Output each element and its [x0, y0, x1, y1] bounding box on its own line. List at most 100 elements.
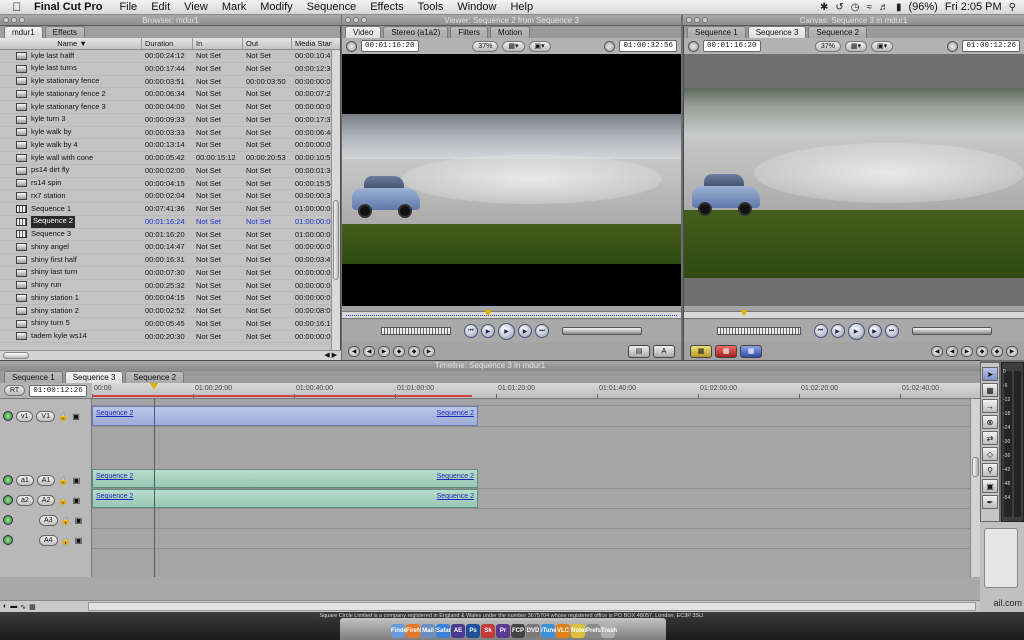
- timeline-horizontal-scrollbar[interactable]: [88, 602, 976, 611]
- column-duration[interactable]: Duration: [142, 38, 193, 49]
- track-audibility-icon[interactable]: [3, 535, 13, 545]
- track-lock-icon[interactable]: 🔒: [61, 516, 71, 525]
- tab-effects[interactable]: Effects: [44, 26, 85, 38]
- clip-overlays-icon[interactable]: ∿: [20, 603, 26, 611]
- mark-in-button[interactable]: ◀: [363, 345, 375, 357]
- scroll-arrows-icon[interactable]: ◀▶: [324, 351, 339, 359]
- browser-row[interactable]: ps14 dirt fly 00:00:02:00 Not Set Not Set 00…: [0, 165, 332, 178]
- menu-edit[interactable]: Edit: [144, 1, 177, 13]
- replace-edit-button[interactable]: ▦: [740, 344, 762, 358]
- browser-row[interactable]: shiny run 00:00:25:32 Not Set Not Set 00:00:…: [0, 280, 332, 293]
- scroll-thumb[interactable]: [3, 352, 29, 359]
- sync-icon[interactable]: ↺: [835, 2, 843, 13]
- menu-clock[interactable]: Fri 2:05 PM: [945, 1, 1002, 13]
- selection-tool-icon[interactable]: ➤: [982, 367, 998, 381]
- auto-select-icon[interactable]: ▣: [71, 476, 81, 485]
- browser-row[interactable]: kyle stationary fence 2 00:00:06:34 Not Se…: [0, 88, 332, 101]
- browser-row[interactable]: kyle walk by 4 00:00:13:14 Not Set Not Set 0…: [0, 139, 332, 152]
- add-marker-button[interactable]: ◆: [976, 345, 988, 357]
- source-patch-v1[interactable]: v1: [16, 410, 34, 422]
- track-height-icon[interactable]: ◐: [3, 603, 7, 611]
- play-in-to-out-button[interactable]: ▶: [830, 324, 845, 338]
- canvas-jog-control[interactable]: [911, 327, 992, 335]
- mark-clip-button[interactable]: ▶: [423, 345, 435, 357]
- canvas-current-timecode[interactable]: 01:00:12:26: [962, 40, 1020, 52]
- overwrite-edit-button[interactable]: ▦: [715, 344, 737, 358]
- play-around-button[interactable]: ▶: [518, 324, 532, 338]
- menu-file[interactable]: File: [112, 1, 144, 13]
- tab-sequence-1[interactable]: Sequence 1: [4, 371, 63, 383]
- track-visibility-icon[interactable]: [3, 411, 13, 421]
- timeline-ruler[interactable]: 00:00 01:00:20:00 01:00:40:00 01:01:00:00 01…: [92, 383, 980, 398]
- auto-select-icon[interactable]: ▣: [71, 412, 81, 421]
- window-controls[interactable]: [3, 17, 25, 23]
- tab-mdur1[interactable]: mdur1: [4, 26, 43, 38]
- tab-sequence-3[interactable]: Sequence 3: [747, 26, 807, 38]
- browser-row[interactable]: kyle stationary fence 3 00:00:04:00 Not Se…: [0, 101, 332, 114]
- destination-patch-v1[interactable]: V1: [36, 410, 55, 422]
- canvas-duration[interactable]: 00:01:16:20: [703, 40, 761, 52]
- dock-fcp-icon[interactable]: FCP: [511, 624, 525, 638]
- viewer-titlebar[interactable]: Viewer: Sequence 2 from Sequence 3: [342, 15, 681, 26]
- pen-tool-icon[interactable]: ✒: [982, 495, 998, 509]
- dock-prefs-icon[interactable]: Prefs: [586, 624, 601, 638]
- scroll-thumb[interactable]: [972, 457, 979, 477]
- play-around-button[interactable]: ▶: [867, 324, 882, 338]
- viewer-shuttle-control[interactable]: [381, 327, 451, 335]
- dock-itunes-icon[interactable]: iTunes: [541, 624, 560, 638]
- tab-sequence-2[interactable]: Sequence 2: [125, 371, 185, 383]
- crop-tool-icon[interactable]: ▣: [982, 479, 998, 493]
- zoom-icon[interactable]: [702, 17, 708, 23]
- browser-row[interactable]: tadem kyle ws14 00:00:20:30 Not Set Not Set…: [0, 331, 332, 344]
- track-audibility-icon[interactable]: [3, 495, 13, 505]
- tab-sequence-1[interactable]: Sequence 1: [687, 26, 746, 38]
- zoom-icon[interactable]: [19, 17, 25, 23]
- track-lock-icon[interactable]: 🔒: [58, 412, 68, 421]
- menu-view[interactable]: View: [177, 1, 215, 13]
- rt-popup[interactable]: RT: [4, 385, 26, 396]
- zoom-icon[interactable]: [361, 17, 367, 23]
- razor-tool-icon[interactable]: ◇: [982, 447, 998, 461]
- dock-mail-icon[interactable]: Mail: [421, 624, 435, 638]
- auto-select-icon[interactable]: ▣: [74, 516, 84, 525]
- mark-out-button[interactable]: ▶: [378, 345, 390, 357]
- browser-row[interactable]: kyle wall with cone 00:00:05:42 00:00:15:1…: [0, 152, 332, 165]
- slip-tool-icon[interactable]: ⇄: [982, 431, 998, 445]
- browser-row[interactable]: Sequence 1 00:07:41:36 Not Set Not Set 01:00…: [0, 203, 332, 216]
- menu-window[interactable]: Window: [450, 1, 503, 13]
- play-in-to-out-button[interactable]: ▶: [481, 324, 495, 338]
- dock-ae-icon[interactable]: AE: [451, 624, 465, 638]
- mark-out-button[interactable]: ▶: [961, 345, 973, 357]
- browser-row[interactable]: shiny turn 5 00:00:05:45 Not Set Not Set 00:…: [0, 318, 332, 331]
- mark-in-button[interactable]: ◀: [946, 345, 958, 357]
- time-machine-icon[interactable]: ◷: [851, 2, 860, 13]
- browser-row[interactable]: shiny station 1 00:00:04:15 Not Set Not Set…: [0, 292, 332, 305]
- menu-modify[interactable]: Modify: [253, 1, 299, 13]
- mark-clip-button[interactable]: ▶: [1006, 345, 1018, 357]
- canvas-scrubber-bar[interactable]: [684, 310, 1024, 319]
- close-icon[interactable]: [3, 17, 9, 23]
- play-button[interactable]: ▶: [498, 322, 515, 340]
- next-edit-button[interactable]: ⏭: [535, 324, 549, 338]
- column-in[interactable]: In: [193, 38, 243, 49]
- destination-patch-a2[interactable]: A2: [36, 494, 56, 506]
- add-keyframe-button[interactable]: ◆: [408, 345, 420, 357]
- ruler-playhead-icon[interactable]: [150, 383, 158, 390]
- next-edit-button[interactable]: ⏭: [884, 324, 899, 338]
- roll-tool-icon[interactable]: ⊗: [982, 415, 998, 429]
- track-select-tool-icon[interactable]: →: [982, 399, 998, 413]
- tab-sequence-2[interactable]: Sequence 2: [808, 26, 868, 38]
- menu-tools[interactable]: Tools: [411, 1, 451, 13]
- destination-patch-a3[interactable]: A3: [39, 514, 58, 526]
- track-lock-icon[interactable]: 🔒: [58, 476, 68, 485]
- battery-icon[interactable]: ▮: [896, 2, 902, 13]
- browser-row[interactable]: kyle last turns 00:00:17:44 Not Set Not Set…: [0, 63, 332, 76]
- window-controls[interactable]: [345, 17, 367, 23]
- browser-row[interactable]: kyle turn 3 00:00:09:33 Not Set Not Set 00:0…: [0, 114, 332, 127]
- browser-row[interactable]: Sequence 3 00:01:16:20 Not Set Not Set 01:00…: [0, 229, 332, 242]
- browser-vertical-scrollbar[interactable]: [331, 50, 340, 350]
- browser-row[interactable]: Sequence 2 00:01:16:24 Not Set Not Set 01:00…: [0, 215, 332, 229]
- previous-edit-button[interactable]: ⏮: [464, 324, 478, 338]
- scroll-thumb[interactable]: [333, 200, 339, 280]
- viewer-scrubber-bar[interactable]: [342, 310, 681, 319]
